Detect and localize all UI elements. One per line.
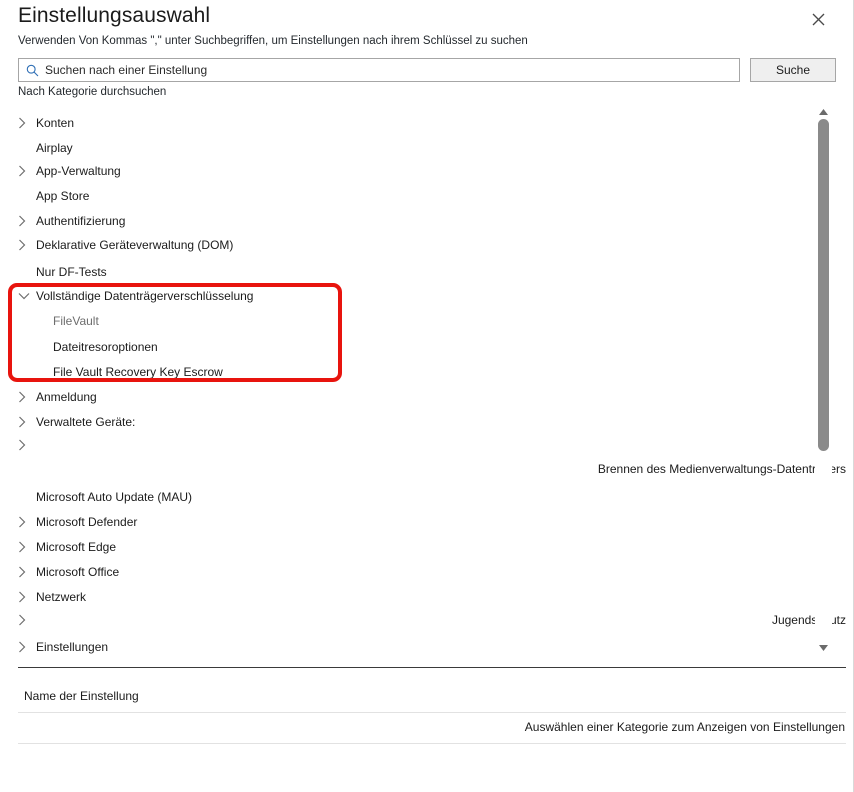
tree-item-label: Vollständige Datenträgerverschlüsselung: [36, 289, 254, 303]
tree-item-label: App-Verwaltung: [36, 164, 121, 178]
tree-item[interactable]: Nur DF-Tests: [18, 262, 107, 282]
chevron-right-icon[interactable]: [18, 239, 36, 251]
search-button[interactable]: Suche: [750, 58, 836, 82]
tree-item[interactable]: Netzwerk: [18, 587, 86, 607]
chevron-down-icon[interactable]: [18, 292, 36, 300]
tree-item-label: Jugendschutz: [771, 613, 846, 627]
search-icon: [26, 64, 39, 77]
settings-picker-dialog: Einstellungsauswahl Verwenden Von Kommas…: [0, 0, 854, 792]
tree-item-label: Microsoft Auto Update (MAU): [36, 490, 193, 504]
chevron-right-icon[interactable]: [18, 416, 36, 428]
tree-item[interactable]: Deklarative Geräteverwaltung (DOM): [18, 235, 233, 255]
close-button[interactable]: [807, 8, 829, 30]
browse-by-category-label: Nach Kategorie durchsuchen: [18, 86, 167, 98]
tree-item[interactable]: Einstellungen: [18, 637, 108, 657]
chevron-right-icon[interactable]: [18, 641, 36, 653]
tree-item-label: Deklarative Geräteverwaltung (DOM): [36, 238, 234, 252]
tree-item[interactable]: Airplay: [18, 138, 73, 158]
tree-item[interactable]: Authentifizierung: [18, 211, 125, 231]
tree-item[interactable]: App-Verwaltung: [18, 161, 121, 181]
tree-item-label: File Vault Recovery Key Escrow: [53, 365, 223, 379]
setting-name-column-header: Name der Einstellung: [24, 689, 139, 703]
chevron-right-icon[interactable]: [18, 566, 36, 578]
tree-item-label: App Store: [36, 189, 90, 203]
chevron-right-icon[interactable]: [18, 215, 36, 227]
tree-item[interactable]: Anmeldung: [18, 387, 97, 407]
chevron-right-icon[interactable]: [18, 614, 36, 626]
scroll-up-arrow-icon[interactable]: [815, 105, 832, 119]
tree-item-label: Authentifizierung: [36, 214, 126, 228]
chevron-right-icon[interactable]: [18, 516, 36, 528]
tree-scrollbar[interactable]: [815, 104, 832, 657]
tree-item[interactable]: [18, 435, 36, 455]
chevron-right-icon[interactable]: [18, 591, 36, 603]
tree-scrollbar-thumb[interactable]: [818, 119, 829, 451]
tree-item-label: Einstellungen: [36, 640, 109, 654]
tree-item[interactable]: Verwaltete Geräte:: [18, 412, 135, 432]
tree-item-label: Nur DF-Tests: [36, 265, 107, 279]
tree-item[interactable]: App Store: [18, 186, 89, 206]
tree-item[interactable]: Microsoft Edge: [18, 537, 116, 557]
tree-item-label: Microsoft Defender: [36, 515, 138, 529]
page-title: Einstellungsauswahl: [18, 4, 211, 27]
tree-item[interactable]: Dateitresoroptionen: [18, 337, 158, 357]
close-icon: [812, 13, 825, 26]
tree-item-label: Netzwerk: [36, 590, 87, 604]
tree-item[interactable]: Microsoft Auto Update (MAU): [18, 487, 192, 507]
tree-item[interactable]: Konten: [18, 113, 74, 133]
search-row: Suche: [18, 58, 836, 82]
chevron-right-icon[interactable]: [18, 391, 36, 403]
chevron-right-icon[interactable]: [18, 439, 36, 451]
tree-item[interactable]: Microsoft Defender: [18, 512, 137, 532]
tree-item-label: FileVault: [53, 314, 99, 328]
search-input-container[interactable]: [18, 58, 740, 82]
category-tree: Konten Airplay App-Verwaltung App Store Auth…: [18, 104, 846, 657]
tree-item-label: Microsoft Edge: [36, 540, 117, 554]
tree-item-label: Brennen des Medienverwaltungs-Datenträge…: [597, 462, 846, 476]
chevron-right-icon[interactable]: [18, 541, 36, 553]
detail-divider-2: [18, 743, 846, 744]
dialog-subtitle: Verwenden Von Kommas "," unter Suchbegri…: [18, 35, 528, 47]
detail-pane-top-divider: [18, 667, 846, 668]
detail-divider-1: [18, 712, 846, 713]
search-input[interactable]: [45, 63, 715, 77]
tree-item[interactable]: FileVault: [18, 311, 99, 331]
tree-item-label: Airplay: [36, 141, 73, 155]
tree-item-label: Konten: [36, 116, 75, 130]
tree-item-label: Verwaltete Geräte:: [36, 415, 136, 429]
tree-item-label: Microsoft Office: [36, 565, 120, 579]
tree-item[interactable]: File Vault Recovery Key Escrow: [18, 362, 223, 382]
tree-item[interactable]: Vollständige Datenträgerverschlüsselung: [18, 286, 253, 306]
empty-state-message: Auswählen einer Kategorie zum Anzeigen v…: [524, 720, 845, 734]
tree-item[interactable]: [18, 610, 36, 630]
chevron-right-icon[interactable]: [18, 117, 36, 129]
tree-item[interactable]: Jugendschutz: [772, 610, 846, 630]
tree-item[interactable]: Microsoft Office: [18, 562, 119, 582]
tree-item-label: Dateitresoroptionen: [53, 340, 158, 354]
scroll-down-arrow-icon[interactable]: [815, 641, 832, 655]
tree-item[interactable]: Brennen des Medienverwaltungs-Datenträge…: [598, 459, 846, 479]
chevron-right-icon[interactable]: [18, 165, 36, 177]
tree-item-label: Anmeldung: [36, 390, 97, 404]
